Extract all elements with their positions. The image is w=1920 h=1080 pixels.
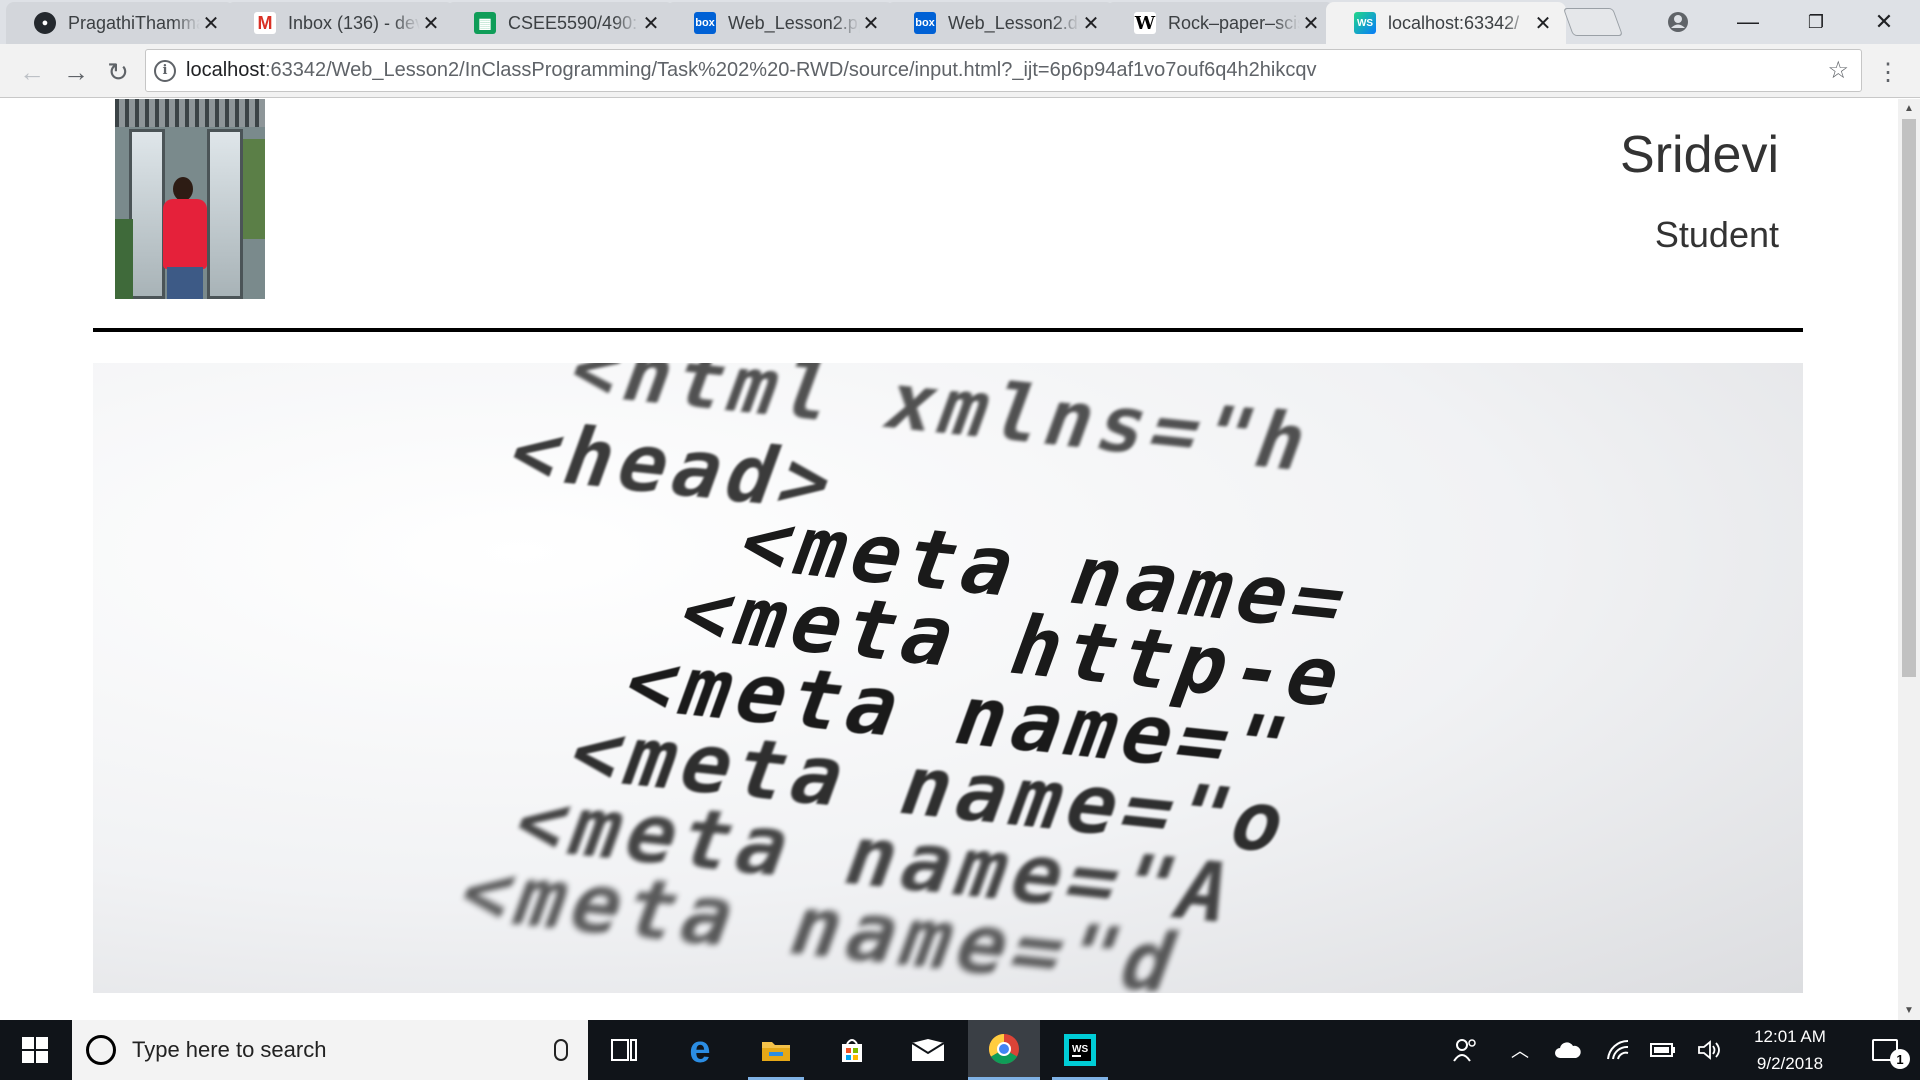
github-icon: ● [34,12,56,34]
scroll-up-icon[interactable]: ▲ [1898,103,1920,114]
back-button[interactable]: ← [12,52,52,92]
mail-icon[interactable] [892,1020,964,1080]
screen: ● PragathiThamma ✕ M Inbox (136) - dev ✕… [0,0,1920,1080]
profile-photo [115,99,265,299]
browser-toolbar: ← → ↻ i localhost:63342/Web_Lesson2/InCl… [0,44,1920,98]
tab-box-pptx[interactable]: box Web_Lesson2.pp ✕ [666,2,894,44]
tab-title: Web_Lesson2.pp [728,12,860,33]
notification-count-badge: 1 [1890,1049,1910,1069]
close-icon[interactable]: ✕ [200,11,222,36]
svg-text:WS: WS [1072,1044,1088,1055]
people-icon[interactable] [1446,1020,1486,1080]
profile-icon[interactable] [1644,0,1712,44]
page-viewport: Sridevi Student <html xmlns="h <head> <m… [0,99,1898,1020]
wikipedia-icon: W [1134,12,1156,34]
tab-title: Rock–paper–scis [1168,12,1300,33]
tab-sheets[interactable]: ▦ CSEE5590/490: W ✕ [446,2,674,44]
close-icon[interactable]: ✕ [1300,11,1322,36]
reload-button[interactable]: ↻ [98,52,138,92]
tab-title: CSEE5590/490: W [508,12,640,33]
url-text[interactable]: localhost:63342/Web_Lesson2/InClassProgr… [186,59,1317,82]
scroll-down-icon[interactable]: ▼ [1898,1005,1920,1016]
gmail-icon: M [254,12,276,34]
page-scrollbar[interactable]: ▲ ▼ [1898,99,1920,1020]
tab-localhost[interactable]: WS localhost:63342/ ✕ [1326,2,1566,44]
taskbar-search-box[interactable]: Type here to search [72,1020,588,1080]
browser-tab-strip: ● PragathiThamma ✕ M Inbox (136) - dev ✕… [0,0,1920,44]
clock-time: 12:01 AM [1754,1027,1826,1046]
system-clock[interactable]: 12:01 AM 9/2/2018 [1735,1020,1845,1080]
action-center-button[interactable]: 1 [1850,1020,1920,1080]
tab-title: Web_Lesson2.do [948,12,1080,33]
close-icon[interactable]: ✕ [640,11,662,36]
store-icon[interactable] [816,1020,888,1080]
new-tab-button[interactable] [1562,8,1624,36]
chrome-icon[interactable] [968,1020,1040,1080]
sheets-icon: ▦ [474,12,496,34]
close-icon[interactable]: ✕ [860,11,882,36]
start-button[interactable] [0,1020,70,1080]
edge-browser-icon[interactable]: e [664,1020,736,1080]
forward-button[interactable]: → [56,52,96,92]
url-host: localhost [186,59,265,81]
minimize-button[interactable]: — [1714,0,1782,44]
close-icon[interactable]: ✕ [420,11,442,36]
wifi-icon[interactable] [1600,1020,1636,1080]
tab-title: Inbox (136) - dev [288,12,420,33]
close-window-button[interactable]: ✕ [1850,0,1918,44]
restore-button[interactable]: ❐ [1782,0,1850,44]
hero-code-image: <html xmlns="h <head> <meta name= <meta … [93,363,1803,993]
scrollbar-thumb[interactable] [1902,119,1916,677]
info-icon[interactable]: i [154,59,176,82]
bookmark-star-icon[interactable]: ☆ [1827,56,1849,85]
windows-logo-icon [22,1037,48,1063]
tab-title: localhost:63342/ [1388,12,1520,33]
box-icon: box [694,12,716,34]
profile-role: Student [1654,214,1779,255]
close-icon[interactable]: ✕ [1532,11,1554,36]
search-placeholder: Type here to search [132,1037,327,1062]
tab-github[interactable]: ● PragathiThamma ✕ [6,2,234,44]
clock-date: 9/2/2018 [1756,1054,1824,1073]
microphone-icon[interactable] [554,1039,568,1061]
onedrive-cloud-icon[interactable] [1550,1020,1586,1080]
file-explorer-icon[interactable] [740,1020,812,1080]
box-icon: box [914,12,936,34]
windows-taskbar: Type here to search e WS ︿ 12:01 AM 9/2/… [0,1020,1920,1080]
header-divider [93,328,1803,332]
cortana-icon [86,1035,116,1065]
notification-icon: 1 [1872,1039,1910,1069]
tab-title: PragathiThamma [68,12,200,33]
url-path: :63342/Web_Lesson2/InClassProgramming/Ta… [264,59,1317,81]
battery-icon[interactable] [1645,1020,1681,1080]
tab-gmail[interactable]: M Inbox (136) - dev ✕ [226,2,454,44]
tab-box-docx[interactable]: box Web_Lesson2.do ✕ [886,2,1114,44]
volume-icon[interactable] [1692,1020,1728,1080]
webstorm-app-icon[interactable]: WS [1044,1020,1116,1080]
tab-wikipedia[interactable]: W Rock–paper–scis ✕ [1106,2,1334,44]
address-bar[interactable]: i localhost:63342/Web_Lesson2/InClassPro… [145,49,1862,92]
profile-name: Sridevi [1620,126,1779,184]
menu-kebab-icon[interactable]: ⋮ [1868,52,1908,92]
close-icon[interactable]: ✕ [1080,11,1102,36]
webstorm-icon: WS [1354,12,1376,34]
task-view-icon[interactable] [588,1020,660,1080]
show-hidden-icons-chevron-icon[interactable]: ︿ [1505,1020,1535,1080]
